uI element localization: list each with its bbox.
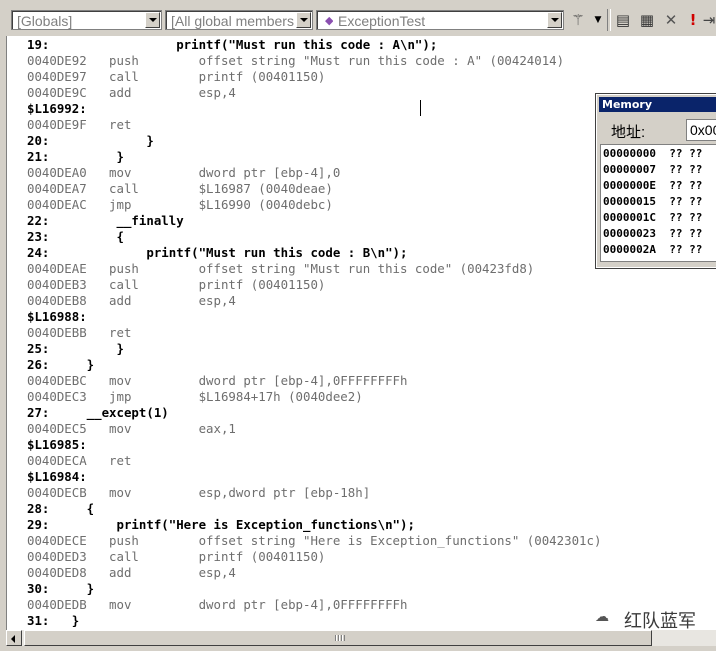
memory-row: 00000015 ?? ?? [603, 195, 703, 208]
disassembly-line: 0040DEBB ret [27, 325, 132, 340]
source-line: 25: } [27, 341, 124, 356]
debug-go-icon[interactable]: ⇥ [700, 11, 716, 29]
memory-row: 0000001C ?? ?? [603, 211, 703, 224]
class-combo[interactable]: ◆ ExceptionTest [316, 10, 564, 30]
memory-row: 0000002A ?? ?? [603, 243, 703, 256]
horizontal-scrollbar[interactable] [6, 630, 716, 646]
address-label: 地址: [611, 124, 646, 141]
text-cursor [420, 100, 421, 116]
disassembly-line: 0040DE97 call printf (00401150) [27, 69, 326, 84]
source-line: 28: { [27, 501, 95, 516]
toolbar: [Globals] [All global members ◆ Exceptio… [0, 0, 716, 36]
disassembly-line: 0040DEA0 mov dword ptr [ebp-4],0 [27, 165, 341, 180]
disassembly-line: 0040DED3 call printf (00401150) [27, 549, 326, 564]
chevron-down-icon[interactable] [145, 12, 160, 28]
disassembly-line: 0040DEB3 call printf (00401150) [27, 277, 326, 292]
source-line: $L16988: [27, 309, 87, 324]
source-line: 20: } [27, 133, 154, 148]
disassembly-line: 0040DEB8 add esp,4 [27, 293, 236, 308]
memory-row: 00000031 ?? ?? [603, 258, 702, 261]
disassembly-line: 0040DE92 push offset string "Must run th… [27, 53, 565, 68]
memory-window-title: Memory [602, 98, 653, 111]
memory-grid[interactable]: 00000000 ?? ?? 00000007 ?? ?? 0000000E ?? … [600, 144, 716, 262]
disassembly-line: 0040DEC5 mov eax,1 [27, 421, 236, 436]
disassembly-line: 0040DEAC jmp $L16990 (0040debc) [27, 197, 333, 212]
disassembly-line: 0040DECA ret [27, 453, 132, 468]
source-line: 31: } [27, 613, 80, 628]
address-input[interactable]: 0x00 [686, 119, 716, 141]
memory-window-titlebar[interactable]: Memory [599, 97, 716, 112]
disassembly-line: 0040DE9F ret [27, 117, 132, 132]
build-all-icon[interactable]: ▦ [638, 11, 656, 29]
disassembly-line: 0040DE9C add esp,4 [27, 85, 236, 100]
disassembly-line: 0040DEDB mov dword ptr [ebp-4],0FFFFFFFF… [27, 597, 408, 612]
class-icon: ◆ [325, 15, 334, 27]
scroll-thumb[interactable] [24, 630, 652, 646]
source-line: 27: __except(1) [27, 405, 169, 420]
memory-row: 00000007 ?? ?? [603, 163, 703, 176]
source-line: 21: } [27, 149, 124, 164]
source-line: 23: { [27, 229, 124, 244]
memory-row: 0000000E ?? ?? [603, 179, 703, 192]
source-line: 26: } [27, 357, 95, 372]
memory-row: 00000000 ?? ?? [603, 147, 703, 160]
source-line: $L16992: [27, 101, 87, 116]
source-line: $L16985: [27, 437, 87, 452]
source-line: 22: __finally [27, 213, 184, 228]
source-line: 30: } [27, 581, 95, 596]
wechat-icon: ☁ [595, 609, 609, 625]
disassembly-line: 0040DEC3 jmp $L16984+17h (0040dee2) [27, 389, 363, 404]
memory-row: 00000023 ?? ?? [603, 227, 703, 240]
chevron-down-icon[interactable] [547, 12, 562, 28]
scope-combo[interactable]: [Globals] [11, 10, 162, 30]
scroll-grip-icon [335, 635, 345, 641]
build-icon[interactable]: ▤ [614, 11, 632, 29]
source-line: $L16984: [27, 469, 87, 484]
scroll-left-button[interactable] [6, 630, 22, 646]
dropdown-arrow-icon[interactable]: ▼ [589, 11, 607, 29]
disassembly-line: 0040DEBC mov dword ptr [ebp-4],0FFFFFFFF… [27, 373, 408, 388]
members-combo[interactable]: [All global members [165, 10, 313, 30]
disassembly-line: 0040DECE push offset string "Here is Exc… [27, 533, 602, 548]
address-input-value: 0x00 [690, 122, 716, 138]
watermark-text: 红队蓝军 [624, 611, 696, 631]
source-line: 24: printf("Must run this code : B\n"); [27, 245, 408, 260]
disassembly-line: 0040DEA7 call $L16987 (0040deae) [27, 181, 333, 196]
source-line: 19: printf("Must run this code : A\n"); [27, 37, 438, 52]
chevron-down-icon[interactable] [296, 12, 311, 28]
scope-combo-value: [Globals] [17, 13, 73, 29]
stop-build-icon[interactable]: ✕ [662, 11, 680, 29]
disassembly-line: 0040DEAE push offset string "Must run th… [27, 261, 535, 276]
wizard-wand-icon[interactable]: ⚚ [569, 11, 587, 29]
class-combo-value: ExceptionTest [338, 13, 426, 29]
disassembly-line: 0040DED8 add esp,4 [27, 565, 236, 580]
toolbar-separator [607, 9, 611, 31]
members-combo-value: [All global members [171, 13, 294, 29]
source-line: 29: printf("Here is Exception_functions\… [27, 517, 415, 532]
disassembly-line: 0040DECB mov esp,dword ptr [ebp-18h] [27, 485, 371, 500]
memory-window[interactable]: Memory 地址: 0x00 00000000 ?? ?? 00000007 ?… [595, 93, 716, 269]
